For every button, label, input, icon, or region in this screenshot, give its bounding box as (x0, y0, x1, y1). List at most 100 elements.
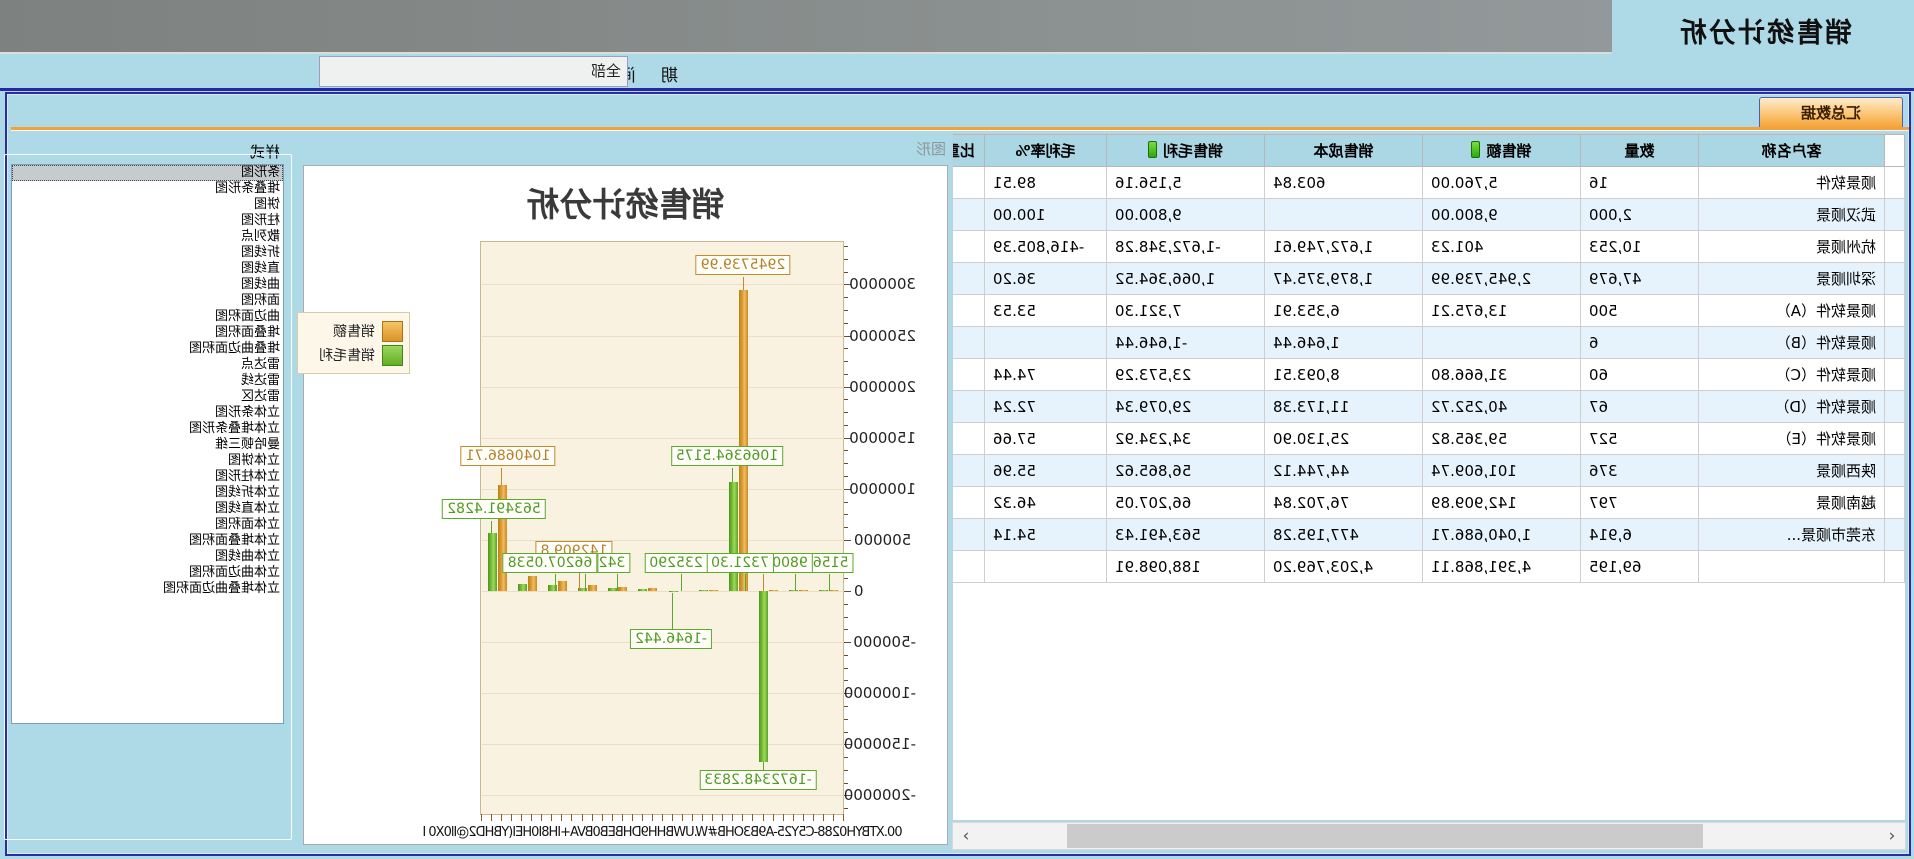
cell-value[interactable]: 477,195.28 (1265, 519, 1423, 551)
period-select[interactable]: 全部 (319, 56, 628, 87)
cell-value[interactable] (985, 551, 1107, 583)
list-item-chart-style[interactable]: 堆叠面积图 (12, 325, 283, 341)
cell-value[interactable]: 47,679 (1581, 263, 1699, 295)
cell-value[interactable]: 25,130.90 (1265, 423, 1423, 455)
list-item-chart-style[interactable]: 柱形图 (12, 213, 283, 229)
cell-value[interactable]: 376 (1581, 455, 1699, 487)
cell-value[interactable]: 10,253 (1581, 231, 1699, 263)
table-row[interactable]: 顺景软件165,760.00603.845,156.1689.51 (952, 167, 1905, 199)
list-item-chart-style[interactable]: 立体曲边面积图 (12, 565, 283, 581)
list-item-chart-style[interactable]: 立体条形图 (12, 405, 283, 421)
cell-value[interactable] (952, 263, 985, 295)
cell-value[interactable] (1885, 327, 1905, 359)
cell-value[interactable]: 6 (1581, 327, 1699, 359)
cell-value[interactable]: 9,800.00 (1423, 199, 1581, 231)
cell-value[interactable] (1885, 551, 1905, 583)
cell-value[interactable]: 2,945,739.99 (1423, 263, 1581, 295)
cell-value[interactable] (1885, 359, 1905, 391)
cell-customer-name[interactable]: 顺景软件（C） (1699, 359, 1885, 391)
cell-value[interactable]: 6,353.91 (1265, 295, 1423, 327)
cell-value[interactable] (952, 359, 985, 391)
column-header-客户名称[interactable]: 客户名称 (1699, 135, 1885, 167)
cell-value[interactable]: 16 (1581, 167, 1699, 199)
cell-value[interactable]: 44,744.12 (1265, 455, 1423, 487)
cell-customer-name[interactable]: 武汉顺景 (1699, 199, 1885, 231)
column-header-rowhdr[interactable] (1885, 135, 1905, 167)
cell-value[interactable]: 13,675.21 (1423, 295, 1581, 327)
list-item-chart-style[interactable]: 立体饼图 (12, 453, 283, 469)
cell-value[interactable]: 527 (1581, 423, 1699, 455)
cell-value[interactable] (952, 487, 985, 519)
table-row[interactable]: 顺景软件（B）61,646.44-1,646.44 (952, 327, 1905, 359)
cell-value[interactable] (1885, 263, 1905, 295)
cell-value[interactable]: 54.14 (985, 519, 1107, 551)
list-item-chart-style[interactable]: 堆叠条形图 (12, 181, 283, 197)
cell-value[interactable]: 56,865.62 (1107, 455, 1265, 487)
cell-value[interactable] (952, 455, 985, 487)
cell-customer-name[interactable]: 顺景软件 (1699, 167, 1885, 199)
cell-value[interactable] (1885, 519, 1905, 551)
cell-value[interactable]: 7,321.30 (1107, 295, 1265, 327)
cell-value[interactable]: 101,609.74 (1423, 455, 1581, 487)
cell-value[interactable] (1885, 391, 1905, 423)
cell-customer-name[interactable]: 东莞市顺景... (1699, 519, 1885, 551)
list-item-chart-style[interactable]: 立体直线图 (12, 501, 283, 517)
list-item-chart-style[interactable]: 立体柱形图 (12, 469, 283, 485)
list-item-chart-style[interactable]: 饼图 (12, 197, 283, 213)
list-item-chart-style[interactable]: 雷达区 (12, 389, 283, 405)
table-row[interactable]: 杭州顺景10,253401.231,672,749.61-1,672,348.2… (952, 231, 1905, 263)
cell-value[interactable]: 5,760.00 (1423, 167, 1581, 199)
cell-value[interactable]: 500 (1581, 295, 1699, 327)
cell-value[interactable]: 1,646.44 (1265, 327, 1423, 359)
list-item-chart-style[interactable]: 雷达点 (12, 357, 283, 373)
scroll-left-icon[interactable]: ‹ (1879, 823, 1905, 849)
cell-value[interactable]: 4,203,769.20 (1265, 551, 1423, 583)
cell-value[interactable]: 6,914 (1581, 519, 1699, 551)
cell-value[interactable]: 60 (1581, 359, 1699, 391)
cell-customer-name[interactable]: 杭州顺景 (1699, 231, 1885, 263)
cell-value[interactable]: 188,098.91 (1107, 551, 1265, 583)
cell-value[interactable] (952, 295, 985, 327)
cell-value[interactable] (952, 423, 985, 455)
list-item-chart-style[interactable]: 曲边面积图 (12, 309, 283, 325)
cell-value[interactable]: 55.96 (985, 455, 1107, 487)
list-item-chart-style[interactable]: 立体堆叠面积图 (12, 533, 283, 549)
cell-value[interactable] (952, 231, 985, 263)
cell-value[interactable]: 603.84 (1265, 167, 1423, 199)
summary-table[interactable]: 客户名称数量销售额销售成本销售毛利毛利率%比重(顺景软件165,760.0060… (952, 133, 1906, 821)
table-horizontal-scrollbar[interactable]: ‹ › (952, 822, 1906, 850)
cell-value[interactable]: 1,672,749.61 (1265, 231, 1423, 263)
column-header-销售额[interactable]: 销售额 (1423, 135, 1581, 167)
cell-value[interactable]: 8,093.51 (1265, 359, 1423, 391)
column-header-毛利率%[interactable]: 毛利率% (985, 135, 1107, 167)
cell-value[interactable] (1885, 423, 1905, 455)
cell-value[interactable] (1885, 199, 1905, 231)
cell-customer-name[interactable]: 深圳顺景 (1699, 263, 1885, 295)
cell-value[interactable] (1423, 327, 1581, 359)
cell-value[interactable] (952, 199, 985, 231)
cell-value[interactable]: 5,156.16 (1107, 167, 1265, 199)
cell-value[interactable]: 31,666.80 (1423, 359, 1581, 391)
list-item-chart-style[interactable]: 立体面积图 (12, 517, 283, 533)
cell-value[interactable] (1885, 487, 1905, 519)
list-item-chart-style[interactable]: 条形图 (12, 165, 283, 181)
cell-value[interactable] (1885, 455, 1905, 487)
cell-value[interactable]: 797 (1581, 487, 1699, 519)
cell-value[interactable]: 23,573.29 (1107, 359, 1265, 391)
cell-value[interactable]: 401.23 (1423, 231, 1581, 263)
cell-value[interactable] (952, 551, 985, 583)
list-item-chart-style[interactable]: 直线图 (12, 261, 283, 277)
list-item-chart-style[interactable]: 立体曲线图 (12, 549, 283, 565)
cell-value[interactable] (1265, 199, 1423, 231)
scroll-right-icon[interactable]: › (953, 823, 979, 849)
chart-style-list[interactable]: 条形图堆叠条形图饼图柱形图散列点折线图直线图曲线图面积图曲边面积图堆叠面积图堆叠… (11, 164, 284, 724)
list-item-chart-style[interactable]: 散列点 (12, 229, 283, 245)
list-item-chart-style[interactable]: 立体堆叠条形图 (12, 421, 283, 437)
cell-customer-name[interactable]: 顺景软件（B） (1699, 327, 1885, 359)
table-row[interactable]: 陕西顺景376101,609.7444,744.1256,865.6255.96 (952, 455, 1905, 487)
cell-customer-name[interactable] (1699, 551, 1885, 583)
cell-value[interactable]: 1,879,375.47 (1265, 263, 1423, 295)
cell-value[interactable]: 89.51 (985, 167, 1107, 199)
cell-value[interactable]: -416,805.39 (985, 231, 1107, 263)
list-item-chart-style[interactable]: 立体折线图 (12, 485, 283, 501)
